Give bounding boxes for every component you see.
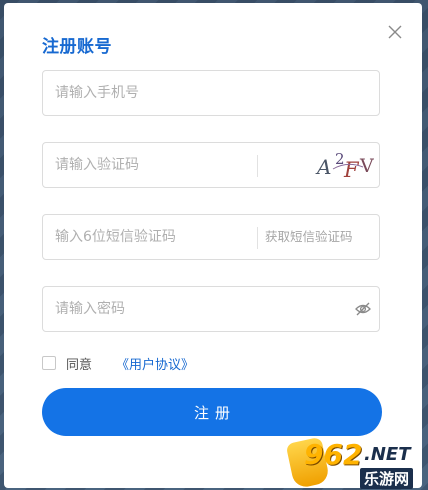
watermark-number: 962	[304, 438, 363, 471]
watermark-net: .NET	[364, 444, 411, 465]
sms-divider	[257, 227, 258, 249]
phone-input[interactable]	[43, 71, 379, 115]
captcha-char-1: A	[315, 155, 331, 179]
password-input[interactable]	[43, 287, 339, 331]
sms-code-field: 获取短信验证码	[42, 214, 380, 260]
watermark-site-name: 乐游网	[360, 468, 414, 489]
eye-off-icon[interactable]	[354, 300, 372, 318]
site-watermark: 962 .NET 乐游网	[285, 436, 428, 490]
captcha-input[interactable]	[43, 143, 253, 187]
agree-checkbox[interactable]	[42, 356, 56, 370]
captcha-char-3: F	[343, 158, 360, 182]
get-sms-code-button[interactable]: 获取短信验证码	[265, 215, 353, 259]
close-icon	[388, 25, 402, 39]
phone-field	[42, 70, 380, 116]
password-field	[42, 286, 380, 332]
close-button[interactable]	[382, 19, 408, 45]
agreement-row: 同意 《用户协议》	[42, 354, 194, 373]
user-agreement-link[interactable]: 《用户协议》	[116, 354, 194, 373]
captcha-divider	[257, 155, 258, 177]
sms-code-input[interactable]	[43, 215, 253, 259]
register-dialog: 注册账号 A 2 F V 获取短信验证码 同意 《	[4, 3, 422, 488]
captcha-field: A 2 F V	[42, 142, 380, 188]
captcha-image[interactable]: A 2 F V	[313, 147, 377, 183]
dialog-title: 注册账号	[42, 37, 112, 57]
agree-label: 同意	[66, 357, 93, 373]
register-button[interactable]: 注册	[42, 388, 382, 436]
